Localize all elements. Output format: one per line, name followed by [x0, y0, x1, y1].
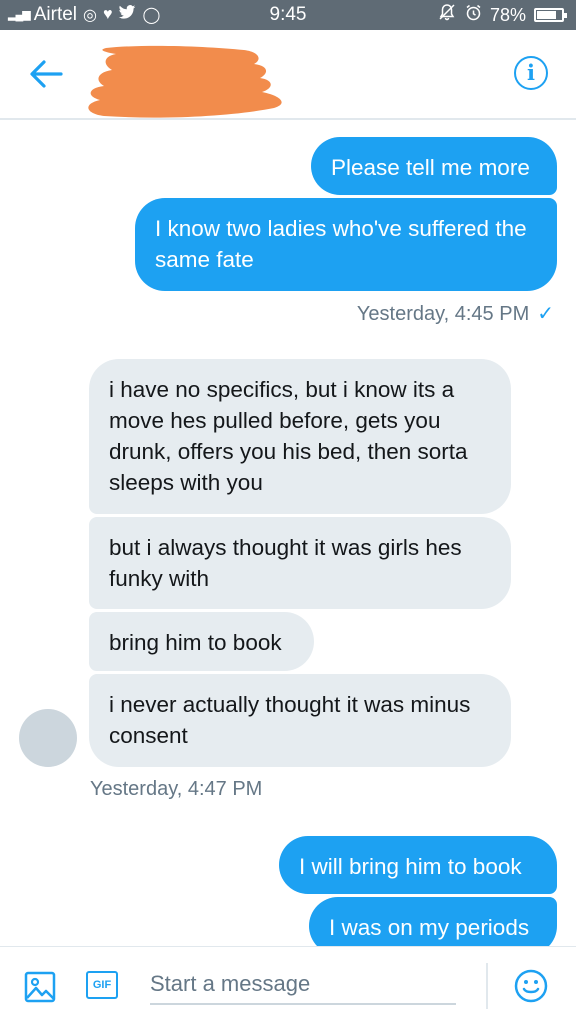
battery-fill — [537, 11, 556, 19]
avatar[interactable] — [19, 709, 77, 767]
conversation-info-button[interactable]: i — [514, 56, 548, 90]
message-timestamp: Yesterday, 4:47 PM — [90, 778, 263, 800]
status-bar: ▂▄▆ Airtel ◎ ♥ ◯ 9:45 78% — [0, 0, 576, 30]
battery-percent: 78% — [489, 4, 526, 25]
arrow-left-icon — [30, 60, 63, 88]
conversation-header: i — [0, 30, 576, 120]
emoji-button[interactable] — [514, 969, 548, 1003]
message-bubble-incoming[interactable]: bring him to book — [89, 612, 314, 671]
message-timestamp: Yesterday, 4:45 PM ✓ — [356, 303, 554, 325]
message-text: I will bring him to book — [299, 854, 522, 879]
emoji-icon — [514, 969, 548, 1003]
status-right: 78% — [437, 4, 567, 26]
message-text: i have no specifics, but i know its a mo… — [109, 377, 468, 495]
message-text: i never actually thought it was minus co… — [109, 692, 471, 748]
message-bubble-incoming[interactable]: but i always thought it was girls hes fu… — [89, 517, 511, 609]
mute-bell-icon — [439, 4, 455, 26]
message-bubble-outgoing[interactable]: I will bring him to book — [279, 836, 557, 894]
message-bubble-incoming[interactable]: i have no specifics, but i know its a mo… — [89, 359, 511, 514]
message-bubble-outgoing[interactable]: I know two ladies who've suffered the sa… — [135, 198, 557, 291]
message-bubble-incoming[interactable]: i never actually thought it was minus co… — [89, 674, 511, 767]
message-text: I know two ladies who've suffered the sa… — [155, 216, 527, 272]
add-gif-button[interactable]: GIF — [86, 971, 118, 999]
composer-divider — [486, 963, 488, 1009]
message-composer: GIF — [0, 946, 576, 1025]
add-image-button[interactable] — [24, 971, 56, 1003]
alarm-icon — [465, 4, 482, 26]
message-input[interactable] — [150, 965, 456, 1005]
gif-label: GIF — [92, 979, 112, 991]
info-icon: i — [527, 60, 535, 85]
read-check-icon: ✓ — [537, 303, 554, 325]
redacted-contact-name — [88, 45, 282, 118]
battery-icon — [534, 8, 567, 22]
message-text: I was on my periods — [329, 915, 530, 940]
message-text: bring him to book — [109, 630, 282, 655]
image-icon — [24, 971, 56, 1003]
message-text: Please tell me more — [331, 155, 530, 180]
back-button[interactable] — [28, 58, 64, 90]
message-bubble-outgoing[interactable]: Please tell me more — [311, 137, 557, 195]
message-text: but i always thought it was girls hes fu… — [109, 535, 462, 591]
